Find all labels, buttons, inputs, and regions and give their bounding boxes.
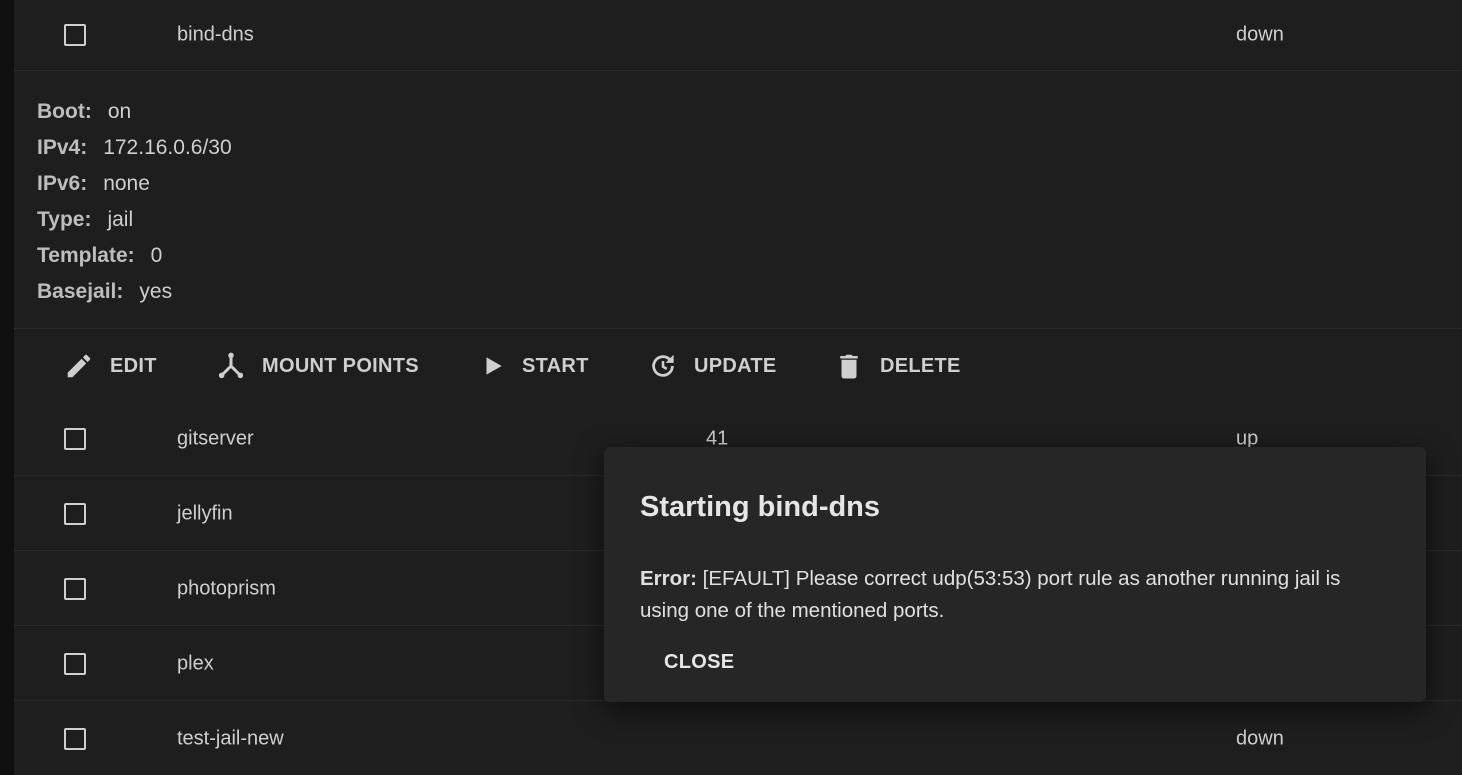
table-row-bind-dns[interactable]: bind-dns down [14, 0, 1462, 71]
jail-name: test-jail-new [177, 727, 284, 750]
detail-label: Basejail: [37, 280, 124, 303]
detail-value: 0 [150, 244, 163, 267]
delete-button[interactable]: DELETE [834, 346, 961, 386]
pencil-icon [67, 354, 91, 378]
detail-label: IPv6: [37, 172, 88, 195]
detail-label: Boot: [37, 100, 92, 123]
row-checkbox[interactable] [64, 24, 86, 46]
row-checkbox[interactable] [64, 577, 86, 600]
jail-name: gitserver [177, 427, 254, 449]
dialog-title: Starting bind-dns [640, 491, 881, 523]
detail-value: none [103, 172, 150, 195]
detail-label: Type: [37, 208, 92, 231]
edit-label: EDIT [110, 354, 157, 377]
detail-boot: Boot: on [37, 100, 131, 124]
detail-label: IPv4: [37, 136, 88, 159]
mount-points-button[interactable]: MOUNT POINTS [216, 346, 419, 386]
trash-icon [840, 354, 858, 379]
detail-value: jail [107, 208, 134, 231]
close-button[interactable]: CLOSE [648, 645, 750, 680]
dialog-message: Error: [EFAULT] Please correct udp(53:53… [640, 563, 1380, 627]
detail-value: 172.16.0.6/30 [103, 136, 232, 159]
delete-label: DELETE [880, 354, 961, 377]
edit-button[interactable]: EDIT [64, 346, 157, 386]
detail-label: Template: [37, 244, 135, 267]
detail-type: Type: jail [37, 208, 133, 232]
row-checkbox[interactable] [64, 728, 86, 750]
detail-value: yes [139, 280, 173, 303]
error-label: Error: [640, 567, 697, 590]
detail-value: on [107, 100, 132, 123]
detail-basejail: Basejail: yes [37, 280, 172, 304]
mount-points-label: MOUNT POINTS [262, 354, 419, 377]
jail-name: jellyfin [177, 502, 233, 524]
detail-ipv6: IPv6: none [37, 172, 150, 196]
error-message: [EFAULT] Please correct udp(53:53) port … [640, 567, 1341, 622]
row-checkbox[interactable] [64, 652, 86, 675]
mount-points-icon [218, 352, 244, 379]
play-icon [486, 357, 502, 375]
table-row[interactable]: test-jail-new down [14, 702, 1462, 775]
detail-ipv4: IPv4: 172.16.0.6/30 [37, 136, 232, 160]
update-label: UPDATE [694, 354, 777, 377]
jails-page: bind-dns down Boot: on IPv4: 172.16.0.6/30… [0, 0, 1462, 775]
update-button[interactable]: UPDATE [648, 346, 777, 386]
error-dialog: Starting bind-dns Error: [EFAULT] Please… [604, 447, 1426, 702]
row-checkbox[interactable] [64, 502, 86, 525]
jail-details-panel: Boot: on IPv4: 172.16.0.6/30 IPv6: none Typ… [14, 70, 1462, 329]
row-checkbox[interactable] [64, 427, 86, 450]
jail-state: down [1236, 727, 1284, 750]
jail-name: plex [177, 652, 214, 674]
jail-name: photoprism [177, 577, 276, 599]
start-label: START [522, 354, 589, 377]
jail-state: down [1236, 23, 1284, 46]
jail-name: bind-dns [177, 23, 254, 46]
detail-template: Template: 0 [37, 244, 162, 268]
start-button[interactable]: START [480, 346, 589, 386]
left-edge [0, 0, 14, 775]
update-icon [652, 354, 674, 377]
jail-actions-bar: EDIT MOUNT POINTS START UPDATE DELETE [14, 330, 1462, 402]
